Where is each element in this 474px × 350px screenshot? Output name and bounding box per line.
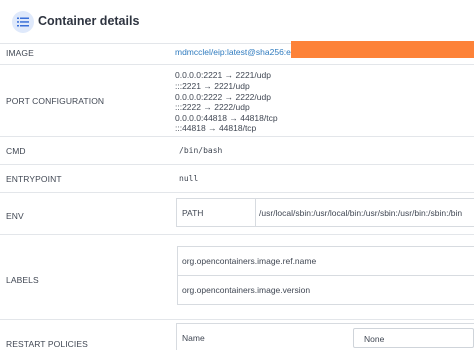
panel-header: Container details <box>0 0 474 44</box>
restart-name-label: Name <box>182 333 205 343</box>
cmd-value: /bin/bash <box>179 146 223 155</box>
label-item: org.opencontainers.image.version <box>182 285 311 295</box>
label-item-cell: org.opencontainers.image.version <box>177 275 474 305</box>
port-line: :::2222 → 2222/udp <box>175 102 250 112</box>
entrypoint-row: ENTRYPOINT null <box>0 165 474 193</box>
entrypoint-label: ENTRYPOINT <box>6 174 62 184</box>
env-key-cell: PATH <box>176 198 256 227</box>
port-line: :::44818 → 44818/tcp <box>175 123 257 133</box>
panel-title: Container details <box>38 14 140 28</box>
list-icon <box>12 11 34 33</box>
port-line: :::2221 → 2221/udp <box>175 81 250 91</box>
restart-policies-label: RESTART POLICIES <box>6 339 88 349</box>
env-value-cell: /usr/local/sbin:/usr/local/bin:/usr/sbin… <box>255 198 474 227</box>
cmd-label: CMD <box>6 146 26 156</box>
image-link[interactable]: mdmcclel/eip:latest@sha256:e4f <box>175 47 298 57</box>
env-label: ENV <box>6 211 24 221</box>
image-label: IMAGE <box>6 48 34 58</box>
port-config-label: PORT CONFIGURATION <box>6 96 105 106</box>
cmd-row: CMD /bin/bash <box>0 137 474 165</box>
label-item: org.opencontainers.image.ref.name <box>182 256 317 266</box>
restart-policy-select-value: None <box>364 334 385 344</box>
port-line: 0.0.0.0:44818 → 44818/tcp <box>175 113 278 123</box>
label-item-cell: org.opencontainers.image.ref.name <box>177 246 474 276</box>
restart-policy-select[interactable]: None <box>353 328 474 348</box>
port-line: 0.0.0.0:2221 → 2221/udp <box>175 70 271 80</box>
redacted-block <box>291 41 474 58</box>
labels-label: LABELS <box>6 275 39 285</box>
env-key: PATH <box>182 208 204 218</box>
port-line: 0.0.0.0:2222 → 2222/udp <box>175 92 271 102</box>
entrypoint-value: null <box>179 174 199 183</box>
env-value: /usr/local/sbin:/usr/local/bin:/usr/sbin… <box>259 208 463 218</box>
